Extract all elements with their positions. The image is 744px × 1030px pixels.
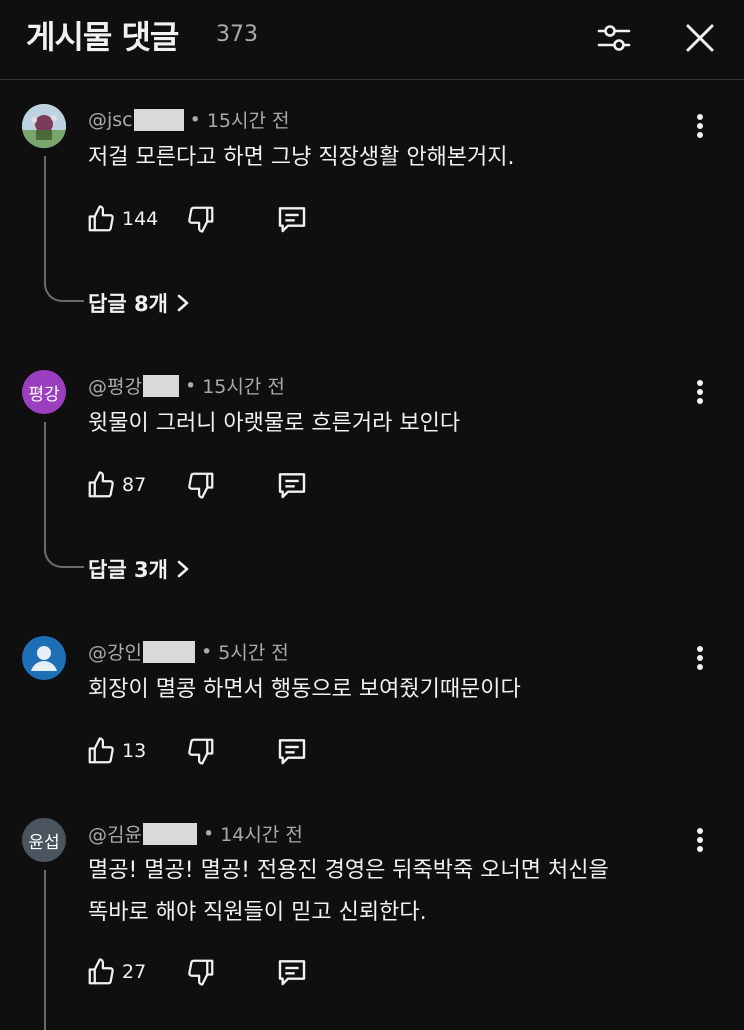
comment-meta: @jsc • 15시간 전 [88,106,290,133]
more-vertical-icon [697,114,703,138]
replies-count: 답글 3개 [88,558,168,582]
comment-meta: @평강 • 15시간 전 [88,372,285,399]
comment-text-line: 저걸 모른다고 하면 그냥 직장생활 안해본거지. [88,145,515,170]
separator-dot: • [202,822,215,845]
separator-dot: • [189,108,201,131]
comment-reply-icon [278,473,306,499]
comments-header: 게시물 댓글 373 [0,0,744,80]
comment-meta: @강인 • 5시간 전 [88,638,289,665]
avatar[interactable]: 평강 [22,370,66,414]
more-options-button[interactable] [684,374,716,410]
redaction-block [142,822,197,845]
like-button[interactable]: 27 [86,952,146,992]
comment-time: 5시간 전 [218,642,289,664]
more-options-button[interactable] [684,108,716,144]
author-name[interactable]: @평강 [88,372,142,399]
redaction-block [142,640,195,663]
author-name[interactable]: @jsc [88,109,133,131]
comment-meta: @김윤 • 14시간 전 [88,820,303,847]
dislike-button[interactable] [186,199,216,239]
thumbs-down-icon [188,738,214,765]
more-options-button[interactable] [684,822,716,858]
reply-button[interactable] [276,952,308,992]
comment-reply-icon [278,960,306,986]
sliders-icon [597,25,631,51]
comment-actions: 27 [86,952,346,992]
dislike-button[interactable] [186,465,216,505]
reply-thread-line [44,422,84,568]
view-replies-button[interactable]: 답글 8개 [88,288,190,318]
separator-dot: • [184,374,197,397]
author-name[interactable]: @김윤 [88,820,142,847]
comment-actions: 144 [86,199,346,239]
comment-text: 회장이 멸콩 하면서 행동으로 보여줬기때문이다 [88,670,521,710]
like-count: 87 [122,474,147,496]
thumbs-down-icon [188,959,214,986]
avatar[interactable] [22,104,66,148]
comment-time: 15시간 전 [202,376,285,398]
avatar[interactable]: 윤섭 [22,818,66,862]
like-button[interactable]: 144 [86,199,158,239]
more-vertical-icon [697,380,703,404]
comment-text: 저걸 모른다고 하면 그냥 직장생활 안해본거지. [88,138,515,178]
like-count: 27 [122,961,147,983]
like-count: 13 [122,740,147,762]
comment-actions: 87 [86,465,346,505]
comment-count: 373 [216,22,258,47]
like-button[interactable]: 87 [86,465,146,505]
comment-actions: 13 [86,731,346,771]
more-vertical-icon [697,828,703,852]
reply-thread-line [44,870,46,1030]
more-vertical-icon [697,646,703,670]
comment-text: 윗물이 그러니 아랫물로 흐른거라 보인다 [88,404,460,444]
comment-reply-icon [278,739,306,765]
like-count: 144 [122,208,159,230]
view-replies-button[interactable]: 답글 3개 [88,554,190,584]
chevron-right-icon [177,560,189,578]
comment-text-line: 멸공! 멸공! 멸공! 전용진 경영은 뒤죽박죽 오너면 처신을 [88,858,609,883]
reply-button[interactable] [276,731,308,771]
comment-time: 15시간 전 [206,110,290,132]
thumbs-down-icon [188,472,214,499]
chevron-right-icon [177,294,189,312]
avatar-initials: 윤섭 [28,832,60,853]
reply-button[interactable] [276,465,308,505]
comment-text-line: 윗물이 그러니 아랫물로 흐른거라 보인다 [88,411,461,436]
close-icon [686,24,714,52]
comment-text-line: 똑바로 해야 직원들이 믿고 신뢰한다. [88,900,427,925]
close-button[interactable] [678,16,722,60]
like-button[interactable]: 13 [86,731,146,771]
comment-text-line: 회장이 멸콩 하면서 행동으로 보여줬기때문이다 [88,677,521,702]
separator-dot: • [200,640,213,663]
avatar-image-icon [22,104,66,148]
avatar[interactable] [22,636,66,680]
comment-text: 멸공! 멸공! 멸공! 전용진 경영은 뒤죽박죽 오너면 처신을 똑바로 해야 … [88,850,609,934]
thumbs-up-icon [88,958,114,985]
dislike-button[interactable] [186,731,216,771]
comment-time: 14시간 전 [220,824,303,846]
more-options-button[interactable] [684,640,716,676]
dislike-button[interactable] [186,952,216,992]
thumbs-down-icon [188,206,214,233]
thumbs-up-icon [88,471,114,498]
comment-reply-icon [278,207,306,233]
avatar-initials: 평강 [28,384,60,405]
default-user-icon [31,646,57,671]
thumbs-up-icon [88,205,114,232]
reply-button[interactable] [276,199,308,239]
thumbs-up-icon [88,737,114,764]
redaction-block [133,108,184,131]
replies-count: 답글 8개 [88,292,168,316]
page-title: 게시물 댓글 [26,18,179,56]
redaction-block [142,374,179,397]
author-name[interactable]: @강인 [88,638,142,665]
reply-thread-line [44,156,84,302]
filter-button[interactable] [592,16,636,60]
